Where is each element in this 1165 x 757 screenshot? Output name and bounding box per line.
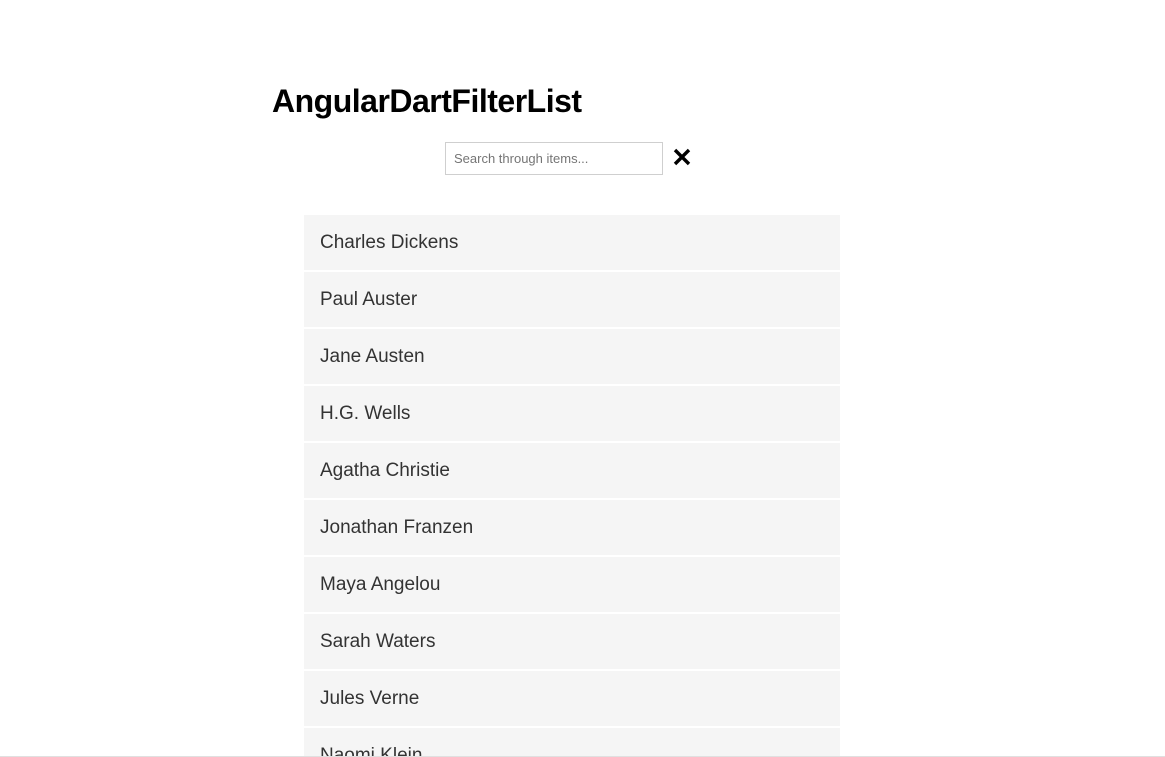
search-input[interactable] [445, 142, 663, 175]
list-item-label: Jules Verne [320, 687, 420, 709]
close-icon [673, 148, 691, 169]
page-title: AngularDartFilterList [272, 83, 582, 119]
list-item[interactable]: Charles Dickens [304, 215, 840, 270]
item-list: Charles Dickens Paul Auster Jane Austen … [304, 215, 840, 757]
list-item-label: H.G. Wells [320, 402, 411, 424]
list-item[interactable]: Paul Auster [304, 272, 840, 327]
list-item[interactable]: Jonathan Franzen [304, 500, 840, 555]
list-item[interactable]: Maya Angelou [304, 557, 840, 612]
list-item-label: Paul Auster [320, 288, 418, 310]
list-item[interactable]: Jules Verne [304, 671, 840, 726]
clear-search-button[interactable] [671, 148, 693, 170]
page: AngularDartFilterList Charles Dickens Pa… [0, 0, 1165, 757]
list-item-label: Maya Angelou [320, 573, 441, 595]
list-item-label: Charles Dickens [320, 231, 459, 253]
list-item-label: Agatha Christie [320, 459, 450, 481]
list-item[interactable]: Agatha Christie [304, 443, 840, 498]
list-item-label: Jonathan Franzen [320, 516, 474, 538]
list-item[interactable]: Sarah Waters [304, 614, 840, 669]
list-item-label: Jane Austen [320, 345, 425, 367]
list-item[interactable]: H.G. Wells [304, 386, 840, 441]
search-bar [445, 142, 693, 175]
list-item[interactable]: Jane Austen [304, 329, 840, 384]
list-item-label: Sarah Waters [320, 630, 436, 652]
list-item[interactable]: Naomi Klein [304, 728, 840, 757]
